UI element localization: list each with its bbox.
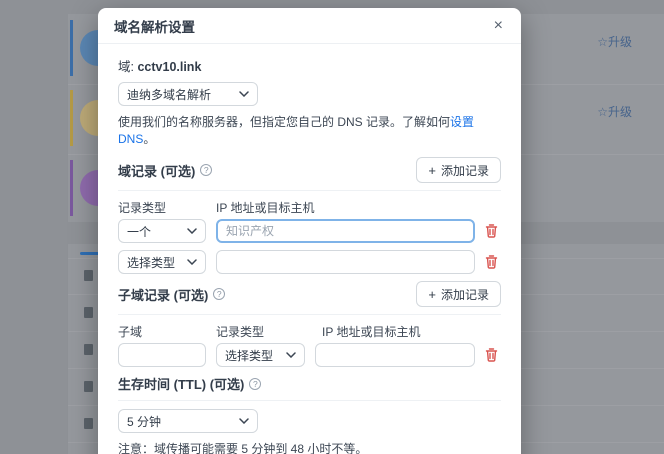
dialog-header: 域名解析设置 ×: [98, 8, 521, 44]
chevron-down-icon: [187, 259, 197, 265]
column-subdomain: 子域: [118, 323, 206, 340]
domain-record-row: 选择类型: [118, 250, 501, 274]
ttl-select-value: 5 分钟: [127, 413, 161, 430]
record-target-input[interactable]: [315, 343, 475, 367]
add-subdomain-record-button[interactable]: + 添加记录: [416, 281, 501, 307]
plus-icon: +: [428, 287, 436, 302]
table-row-label: [84, 307, 93, 318]
help-icon[interactable]: ?: [249, 378, 261, 390]
column-ip-target: IP 地址或目标主机: [216, 199, 501, 216]
upgrade-link[interactable]: ☆升级: [597, 33, 632, 50]
table-row-label: [84, 381, 93, 392]
table-row-label: [84, 344, 93, 355]
record-target-input[interactable]: [216, 219, 475, 243]
domain-records-column-headers: 记录类型 IP 地址或目标主机: [118, 199, 501, 216]
delete-record-icon[interactable]: [485, 255, 501, 269]
subdomain-record-row: 选择类型: [118, 343, 501, 367]
divider: [118, 400, 501, 401]
domain-name-line: 域: cctv10.link: [118, 56, 501, 75]
ttl-header: 生存时间 (TTL) (可选) ?: [118, 374, 501, 393]
delete-record-icon[interactable]: [485, 348, 501, 362]
column-record-type: 记录类型: [118, 199, 206, 216]
divider: [118, 314, 501, 315]
column-record-type: 记录类型: [216, 323, 312, 340]
help-icon[interactable]: ?: [200, 164, 212, 176]
plus-icon: +: [428, 163, 436, 178]
chevron-down-icon: [239, 91, 249, 97]
ttl-select[interactable]: 5 分钟: [118, 409, 258, 433]
subdomain-input[interactable]: [118, 343, 206, 367]
divider: [118, 190, 501, 191]
domain-records-heading: 域记录 (可选) ?: [118, 161, 212, 180]
chevron-down-icon: [187, 228, 197, 234]
subdomain-records-header: 子域记录 (可选) ? + 添加记录: [118, 281, 501, 307]
upgrade-link[interactable]: ☆升级: [597, 103, 632, 120]
subdomain-records-column-headers: 子域 记录类型 IP 地址或目标主机: [118, 323, 501, 340]
star-icon: ☆: [597, 105, 608, 119]
ttl-heading: 生存时间 (TTL) (可选) ?: [118, 374, 261, 393]
delete-record-icon[interactable]: [485, 224, 501, 238]
chevron-down-icon: [286, 352, 296, 358]
record-type-select[interactable]: 选择类型: [216, 343, 305, 367]
record-type-select[interactable]: 选择类型: [118, 250, 206, 274]
card-accent-bar-blue: [70, 20, 73, 76]
domain-label: 域:: [118, 60, 134, 74]
propagation-note: 注意：域传播可能需要 5 分钟到 48 小时不等。: [118, 440, 501, 454]
table-row-label: [84, 418, 93, 429]
dns-settings-dialog: 域名解析设置 × 域: cctv10.link 迪纳多域名解析 使用我们的名称服…: [98, 8, 521, 454]
domain-value: cctv10.link: [137, 60, 201, 74]
add-domain-record-button[interactable]: + 添加记录: [416, 157, 501, 183]
chevron-down-icon: [239, 418, 249, 424]
card-accent-bar-purple: [70, 160, 73, 216]
table-row-label: [84, 270, 93, 281]
close-icon[interactable]: ×: [492, 18, 505, 34]
domain-records-header: 域记录 (可选) ? + 添加记录: [118, 157, 501, 183]
resolver-select[interactable]: 迪纳多域名解析: [118, 82, 258, 106]
resolver-select-value: 迪纳多域名解析: [127, 86, 211, 103]
dialog-body: 域: cctv10.link 迪纳多域名解析 使用我们的名称服务器，但指定您自己…: [98, 44, 521, 454]
domain-record-row: 一个: [118, 219, 501, 243]
card-accent-bar-yellow: [70, 90, 73, 146]
dialog-title: 域名解析设置: [114, 16, 195, 36]
column-ip-target: IP 地址或目标主机: [322, 323, 501, 340]
record-type-select[interactable]: 一个: [118, 219, 206, 243]
record-target-input[interactable]: [216, 250, 475, 274]
help-icon[interactable]: ?: [213, 288, 225, 300]
star-icon: ☆: [597, 35, 608, 49]
subdomain-records-heading: 子域记录 (可选) ?: [118, 285, 225, 304]
nameserver-description: 使用我们的名称服务器，但指定您自己的 DNS 记录。了解如何设置 DNS。: [118, 113, 501, 147]
